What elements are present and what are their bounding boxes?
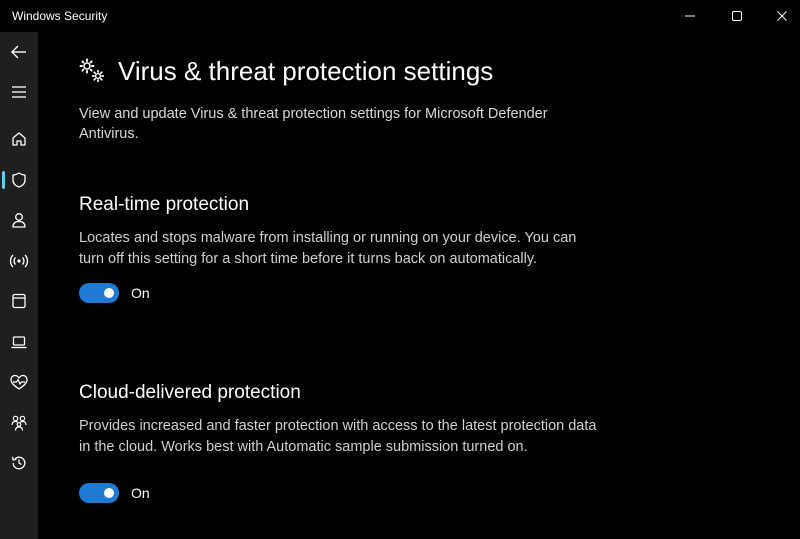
close-icon xyxy=(777,11,787,21)
maximize-button[interactable] xyxy=(715,0,759,32)
sidebar-item-home[interactable] xyxy=(0,121,38,157)
hamburger-menu-icon xyxy=(12,86,26,98)
toggle-knob xyxy=(104,288,114,298)
person-icon xyxy=(12,213,26,228)
realtime-protection-toggle[interactable] xyxy=(79,283,119,303)
main-content: Virus & threat protection settings View … xyxy=(38,32,800,539)
page-header: Virus & threat protection settings xyxy=(78,56,493,87)
minimize-icon xyxy=(685,15,695,17)
family-icon xyxy=(11,415,27,431)
home-icon xyxy=(12,132,26,146)
heart-pulse-icon xyxy=(10,374,28,390)
history-icon xyxy=(11,456,26,470)
minimize-button[interactable] xyxy=(668,0,712,32)
sidebar-item-protection-history[interactable] xyxy=(0,445,38,481)
sidebar-item-virus-protection[interactable] xyxy=(0,162,38,198)
wifi-antenna-icon xyxy=(9,254,29,268)
maximize-icon xyxy=(732,11,742,21)
section-description: Provides increased and faster protection… xyxy=(79,418,597,455)
sidebar-item-app-browser-control[interactable] xyxy=(0,283,38,319)
title-bar: Windows Security xyxy=(0,0,800,32)
windows-security-window: Windows Security Virus & threat protecti… xyxy=(0,0,800,539)
close-button[interactable] xyxy=(760,0,800,32)
back-button[interactable] xyxy=(0,34,38,70)
sidebar-item-device-security[interactable] xyxy=(0,324,38,360)
app-browser-icon xyxy=(12,293,26,309)
page-description: View and update Virus & threat protectio… xyxy=(79,106,548,142)
toggle-row: On xyxy=(79,283,599,303)
section-description: Locates and stops malware from installin… xyxy=(79,230,577,267)
back-arrow-icon xyxy=(11,45,26,59)
sidebar-item-firewall[interactable] xyxy=(0,243,38,279)
page-title: Virus & threat protection settings xyxy=(118,56,494,86)
sidebar-item-device-health[interactable] xyxy=(0,364,38,400)
settings-gears-icon xyxy=(79,58,105,82)
cloud-protection-section: Cloud-delivered protection Provides incr… xyxy=(79,382,599,503)
section-title: Cloud-delivered protection xyxy=(79,382,301,403)
sidebar-item-family-options[interactable] xyxy=(0,405,38,441)
cloud-protection-toggle[interactable] xyxy=(79,483,119,503)
app-title: Windows Security xyxy=(12,9,108,23)
realtime-protection-section: Real-time protection Locates and stops m… xyxy=(79,194,599,303)
shield-icon xyxy=(12,172,26,188)
toggle-state-label: On xyxy=(131,485,150,501)
toggle-row: On xyxy=(79,483,599,503)
sidebar-nav xyxy=(0,32,38,539)
menu-button[interactable] xyxy=(0,74,38,110)
toggle-knob xyxy=(104,488,114,498)
laptop-icon xyxy=(11,336,27,349)
section-title: Real-time protection xyxy=(79,194,250,215)
sidebar-item-account-protection[interactable] xyxy=(0,202,38,238)
toggle-state-label: On xyxy=(131,285,150,301)
